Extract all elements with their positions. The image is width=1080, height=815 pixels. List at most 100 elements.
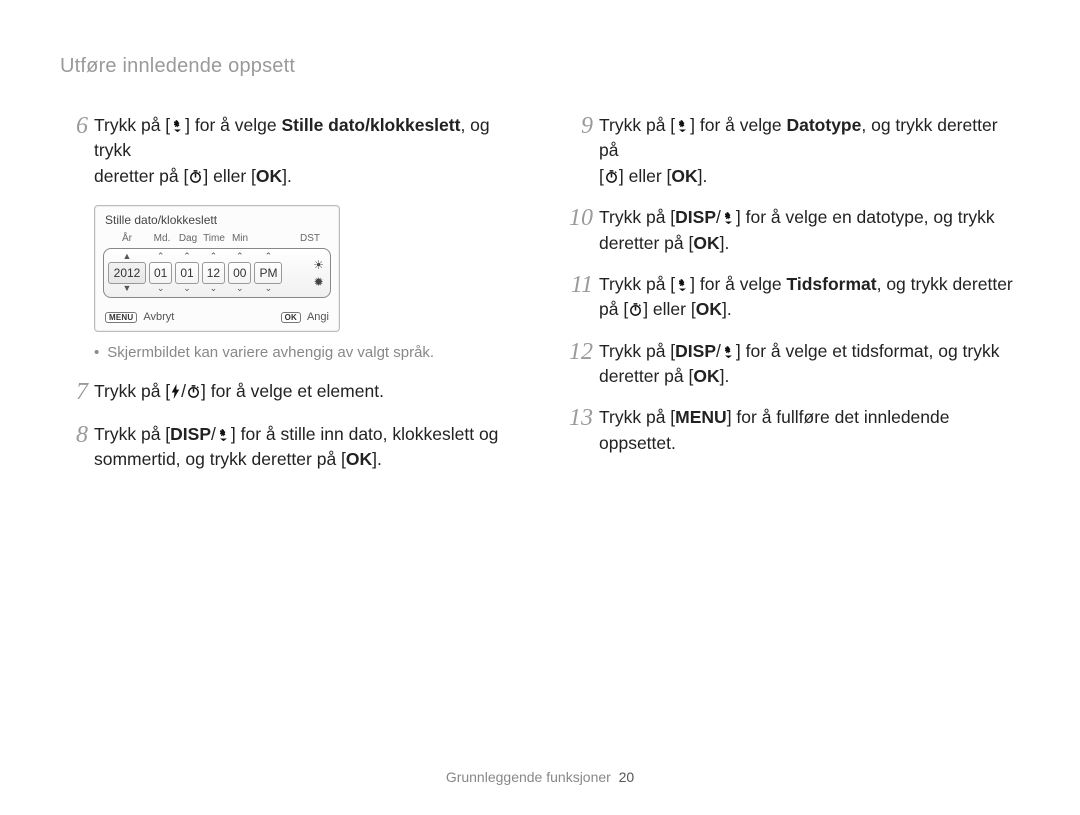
device-title: Stille dato/klokkeslett [95, 206, 339, 231]
device-spinner-row: ▲ 2012 ▼ ⌃ 01 ⌄ ⌃ 01 ⌄ ⌃ [103, 248, 331, 298]
angi-label: Angi [307, 311, 329, 323]
right-column: 9 Trykk på [ ] for å velge Datotype , og t… [565, 113, 1020, 488]
text: Trykk på [ [94, 115, 170, 135]
text: ] eller [ [203, 166, 256, 186]
sun-on-icon: ☀ [313, 258, 324, 272]
chevron-up-icon: ⌃ [157, 252, 165, 262]
text: ] eller [ [643, 299, 696, 319]
disp-glyph: DISP [170, 424, 211, 444]
step-12: 12 Trykk på [DISP/] for å velge et tidsf… [565, 339, 1020, 390]
timer-icon [628, 302, 643, 317]
spin-dag: ⌃ 01 ⌄ [175, 252, 198, 294]
step-8: 8 Trykk på [DISP/] for å stille inn dato… [60, 422, 515, 473]
step-number: 10 [565, 205, 599, 256]
step-10: 10 Trykk på [DISP/] for å velge en datot… [565, 205, 1020, 256]
footer-section: Grunnleggende funksjoner [446, 769, 611, 785]
col-min: Min [227, 233, 253, 244]
bullet-icon: • [94, 344, 99, 361]
spin-md: ⌃ 01 ⌄ [149, 252, 172, 294]
footer-page-number: 20 [619, 769, 635, 785]
page-title: Utføre innledende oppsett [60, 55, 1020, 78]
bold-stille: Stille dato/klokkeslett [281, 115, 460, 135]
ok-badge: OK [281, 312, 301, 323]
step-body: Trykk på [] for å velge Tidsformat, og t… [599, 272, 1020, 323]
device-header-row: År Md. Dag Time Min DST [95, 231, 339, 246]
step-7: 7 Trykk på [/] for å velge et element. [60, 379, 515, 405]
chevron-up-icon: ⌃ [265, 252, 273, 262]
step-9: 9 Trykk på [] for å velge Datotype, og t… [565, 113, 1020, 189]
bold-datotype: Datotype [786, 115, 861, 135]
step-body: Trykk på [DISP/] for å velge et tidsform… [599, 339, 1020, 390]
step-body: Trykk på [DISP/] for å stille inn dato, … [94, 422, 515, 473]
text: på [ [599, 299, 628, 319]
col-time: Time [201, 233, 227, 244]
text: ] eller [ [619, 166, 672, 186]
device-footer: MENU Avbryt OK Angi [95, 304, 339, 331]
avbryt-label: Avbryt [143, 311, 174, 323]
chevron-up-icon: ▲ [123, 252, 132, 262]
text: ] for å velge en datotype, og trykk [736, 207, 995, 227]
text: ] for å stille inn dato, klokkeslett og [231, 424, 499, 444]
chevron-down-icon: ⌄ [210, 284, 218, 294]
spin-time: ⌃ 12 ⌄ [202, 252, 225, 294]
val-pm: PM [254, 262, 282, 284]
text: deretter på [ [599, 233, 693, 253]
flower-down-icon [216, 428, 231, 442]
page-footer: Grunnleggende funksjoner 20 [0, 769, 1080, 785]
disp-glyph: DISP [675, 341, 716, 361]
left-column: 6 Trykk på [] for å velge Stille dato/kl… [60, 113, 515, 488]
text: ] for å velge [690, 115, 786, 135]
ok-glyph: OK [693, 233, 719, 253]
col-md: Md. [149, 233, 175, 244]
ok-glyph: OK [696, 299, 722, 319]
text: ]. [698, 166, 708, 186]
text: ]. [372, 449, 382, 469]
flower-down-icon [675, 119, 690, 133]
disp-glyph: DISP [675, 207, 716, 227]
text: Trykk på [ [94, 424, 170, 444]
text: ]. [720, 366, 730, 386]
dst-icons: ☀ ✹ [311, 258, 326, 289]
chevron-up-icon: ⌃ [183, 252, 191, 262]
text: Trykk på [ [599, 407, 675, 427]
val-min: 00 [228, 262, 251, 284]
text: ]. [720, 233, 730, 253]
step-body: Trykk på [] for å velge Datotype, og try… [599, 113, 1020, 189]
chevron-up-icon: ⌃ [236, 252, 244, 262]
step-6: 6 Trykk på [] for å velge Stille dato/kl… [60, 113, 515, 189]
text: sommertid, og trykk deretter på [ [94, 449, 346, 469]
manual-page: Utføre innledende oppsett 6 Trykk på [] … [0, 0, 1080, 815]
col-dag: Dag [175, 233, 201, 244]
chevron-down-icon: ▼ [123, 284, 132, 294]
col-dst: DST [293, 233, 329, 244]
ok-glyph: OK [256, 166, 282, 186]
menu-badge: MENU [105, 312, 137, 323]
spin-year: ▲ 2012 ▼ [108, 252, 146, 294]
flower-down-icon [721, 211, 736, 225]
ok-glyph: OK [346, 449, 372, 469]
flash-icon [170, 384, 181, 399]
text: Trykk på [ [599, 207, 675, 227]
val-time: 12 [202, 262, 225, 284]
note: • Skjermbildet kan variere avhengig av v… [94, 344, 515, 361]
sun-off-icon: ✹ [313, 275, 324, 289]
step-body: Trykk på [/] for å velge et element. [94, 379, 515, 405]
flower-down-icon [721, 345, 736, 359]
chevron-down-icon: ⌄ [236, 284, 244, 294]
text: Trykk på [ [599, 341, 675, 361]
timer-icon [186, 384, 201, 399]
text: ] for å velge et tidsformat, og trykk [736, 341, 1000, 361]
note-text: Skjermbildet kan variere avhengig av val… [107, 344, 434, 361]
col-year: År [105, 233, 149, 244]
step-number: 9 [565, 113, 599, 189]
ok-glyph: OK [693, 366, 719, 386]
timer-icon [188, 169, 203, 184]
text: deretter på [ [599, 366, 693, 386]
flower-down-icon [170, 119, 185, 133]
val-md: 01 [149, 262, 172, 284]
text: , og trykk deretter [877, 274, 1013, 294]
chevron-up-icon: ⌃ [210, 252, 218, 262]
text: Trykk på [ [599, 115, 675, 135]
bold-tidsformat: Tidsformat [786, 274, 876, 294]
text: ] for å velge [690, 274, 786, 294]
